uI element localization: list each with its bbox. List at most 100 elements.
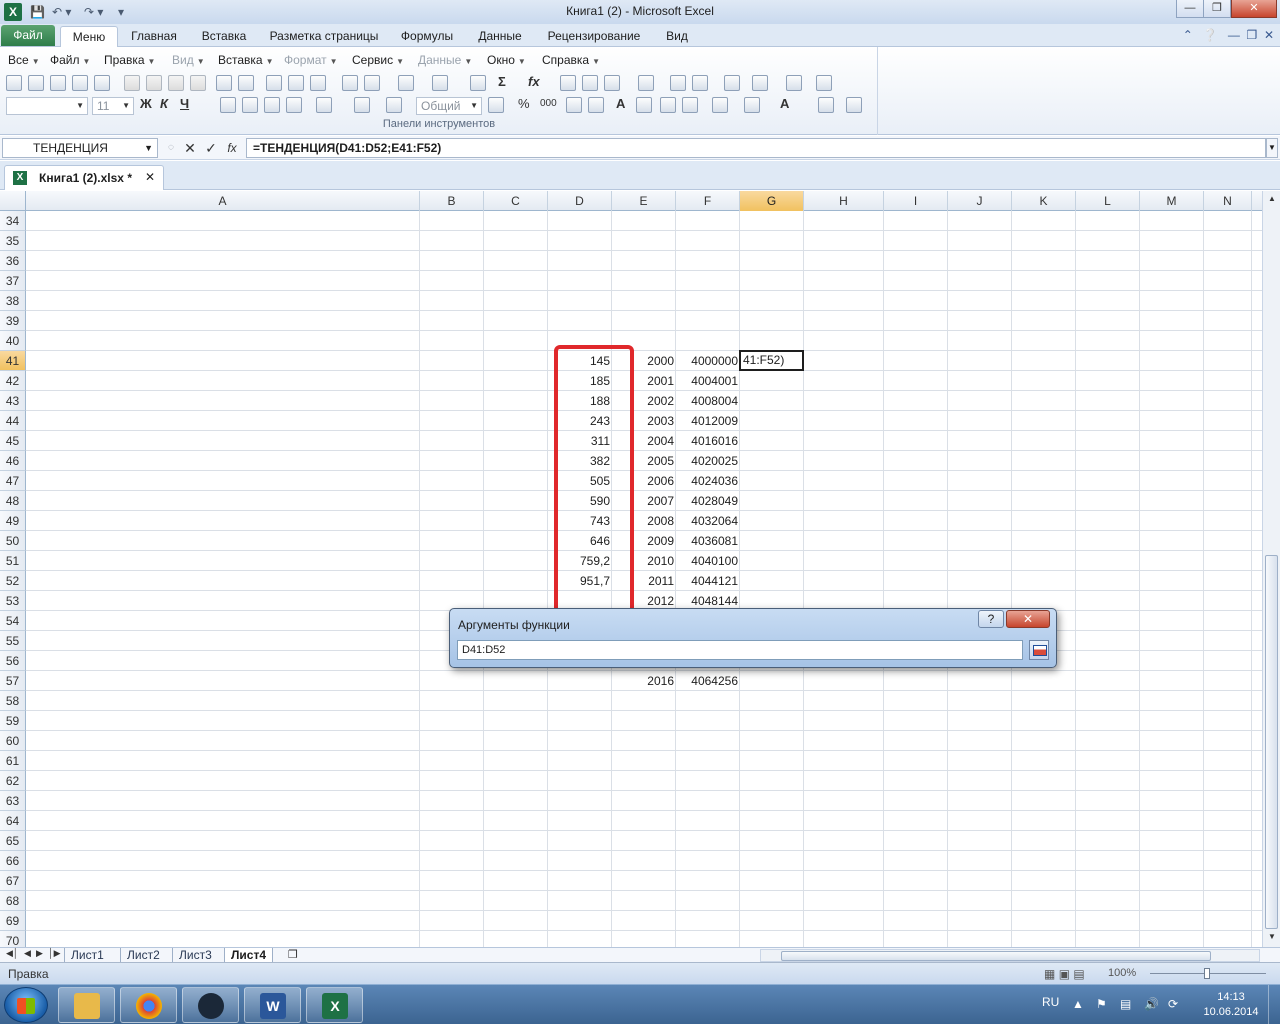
sheet-tab-1[interactable]: Лист1 — [64, 948, 110, 963]
taskbar-excel[interactable]: X — [306, 987, 363, 1023]
name-box-dropdown-icon[interactable]: ▼ — [144, 139, 153, 157]
thousands-separator-icon[interactable]: 000 — [540, 98, 557, 109]
row-header-58[interactable]: 58 — [0, 691, 26, 711]
cancel-entry-button[interactable]: ✕ — [181, 139, 199, 157]
row-header-54[interactable]: 54 — [0, 611, 26, 631]
zoom-level[interactable]: 100% — [1108, 967, 1136, 979]
menu-all[interactable]: Все ▼ — [8, 53, 40, 67]
expand-dialog-icon[interactable] — [1029, 640, 1049, 660]
cell-f45[interactable]: 4016016 — [676, 431, 740, 451]
sheet-tab-4[interactable]: Лист4 — [224, 948, 274, 963]
cell-f41[interactable]: 4000000 — [676, 351, 740, 371]
select-all-corner[interactable] — [0, 191, 26, 211]
borders-icon[interactable] — [712, 97, 728, 113]
tab-menu[interactable]: Меню — [60, 26, 118, 47]
tab-view[interactable]: Вид — [660, 26, 694, 47]
tab-home[interactable]: Главная — [126, 26, 182, 47]
currency-icon[interactable] — [488, 97, 504, 113]
expand-formula-bar-icon[interactable]: ▼ — [1266, 138, 1278, 158]
redo-toolbar-icon[interactable] — [432, 75, 448, 91]
print-icon[interactable] — [124, 75, 140, 91]
network-icon[interactable]: ▤ — [1120, 997, 1131, 1011]
wrap-text-icon[interactable] — [386, 97, 402, 113]
zoom-slider[interactable] — [1150, 968, 1266, 979]
group-icon[interactable] — [638, 75, 654, 91]
confirm-entry-button[interactable]: ✓ — [202, 139, 220, 157]
filter-icon[interactable] — [604, 75, 620, 91]
orientation-icon[interactable] — [316, 97, 332, 113]
align-center-icon[interactable] — [242, 97, 258, 113]
increase-indent-icon[interactable] — [682, 97, 698, 113]
hyperlink-icon[interactable] — [470, 75, 486, 91]
column-header-a[interactable]: A — [26, 191, 420, 211]
row-header-60[interactable]: 60 — [0, 731, 26, 751]
row-header-48[interactable]: 48 — [0, 491, 26, 511]
row-header-35[interactable]: 35 — [0, 231, 26, 251]
new-file-icon[interactable] — [6, 75, 22, 91]
row-header-43[interactable]: 43 — [0, 391, 26, 411]
row-header-45[interactable]: 45 — [0, 431, 26, 451]
font-name-combo[interactable]: ▼ — [6, 97, 88, 115]
row-header-40[interactable]: 40 — [0, 331, 26, 351]
email-icon[interactable] — [94, 75, 110, 91]
taskbar-word[interactable]: W — [244, 987, 301, 1023]
row-header-38[interactable]: 38 — [0, 291, 26, 311]
cell-f49[interactable]: 4032064 — [676, 511, 740, 531]
permission-icon[interactable] — [72, 75, 88, 91]
justify-icon[interactable] — [286, 97, 302, 113]
cell-f57[interactable]: 4064256 — [676, 671, 740, 691]
cell-f47[interactable]: 4024036 — [676, 471, 740, 491]
start-button[interactable] — [4, 987, 48, 1023]
align-left-icon[interactable] — [220, 97, 236, 113]
freeze-panes-icon[interactable] — [752, 75, 768, 91]
menu-data[interactable]: Данные ▼ — [418, 53, 472, 67]
cell-f48[interactable]: 4028049 — [676, 491, 740, 511]
sort-ascending-icon[interactable] — [560, 75, 576, 91]
row-header-34[interactable]: 34 — [0, 211, 26, 231]
cell-f46[interactable]: 4020025 — [676, 451, 740, 471]
row-header-63[interactable]: 63 — [0, 791, 26, 811]
vertical-scroll-thumb[interactable] — [1265, 555, 1278, 929]
align-right-icon[interactable] — [264, 97, 280, 113]
minimize-ribbon-icon[interactable]: ⌃ — [1183, 28, 1193, 42]
language-indicator[interactable]: RU — [1042, 995, 1059, 1009]
row-header-65[interactable]: 65 — [0, 831, 26, 851]
vertical-scrollbar[interactable]: ▲ ▼ — [1262, 191, 1280, 947]
menu-edit[interactable]: Правка ▼ — [104, 53, 155, 67]
argument-range-input[interactable]: D41:D52 — [457, 640, 1023, 660]
close-window-button[interactable]: ✕ — [1231, 0, 1277, 18]
cell-f43[interactable]: 4008004 — [676, 391, 740, 411]
column-header-l[interactable]: L — [1076, 191, 1140, 211]
tray-expand-icon[interactable]: ▲ — [1072, 997, 1084, 1011]
row-header-67[interactable]: 67 — [0, 871, 26, 891]
action-center-icon[interactable]: ⚑ — [1096, 997, 1107, 1011]
cell-styles-icon[interactable] — [846, 97, 862, 113]
horizontal-scroll-thumb[interactable] — [781, 951, 1211, 961]
help-icon[interactable]: ❔ — [1203, 28, 1218, 42]
cut-icon[interactable] — [266, 75, 282, 91]
update-icon[interactable]: ⟳ — [1168, 997, 1178, 1011]
font-color-icon[interactable]: A — [780, 96, 789, 111]
show-desktop-button[interactable] — [1268, 985, 1280, 1024]
tab-page-layout[interactable]: Разметка страницы — [266, 26, 382, 47]
spelling-icon[interactable] — [216, 75, 232, 91]
sheet-tab-2[interactable]: Лист2 — [120, 948, 166, 963]
menu-file[interactable]: Файл ▼ — [50, 53, 90, 67]
row-header-36[interactable]: 36 — [0, 251, 26, 271]
row-header-57[interactable]: 57 — [0, 671, 26, 691]
row-header-56[interactable]: 56 — [0, 651, 26, 671]
row-header-52[interactable]: 52 — [0, 571, 26, 591]
cell-f42[interactable]: 4004001 — [676, 371, 740, 391]
decrease-font-icon[interactable] — [636, 97, 652, 113]
column-header-j[interactable]: J — [948, 191, 1012, 211]
row-header-61[interactable]: 61 — [0, 751, 26, 771]
cell-f52[interactable]: 4044121 — [676, 571, 740, 591]
paste-icon[interactable] — [310, 75, 326, 91]
italic-button[interactable]: К — [160, 96, 168, 111]
page-layout-view-icon[interactable]: ▣ — [1059, 967, 1070, 981]
underline-button[interactable]: Ч — [180, 96, 189, 111]
cell-f50[interactable]: 4036081 — [676, 531, 740, 551]
zoom-slider-knob[interactable] — [1204, 968, 1210, 979]
row-header-64[interactable]: 64 — [0, 811, 26, 831]
conditional-format-icon[interactable] — [818, 97, 834, 113]
